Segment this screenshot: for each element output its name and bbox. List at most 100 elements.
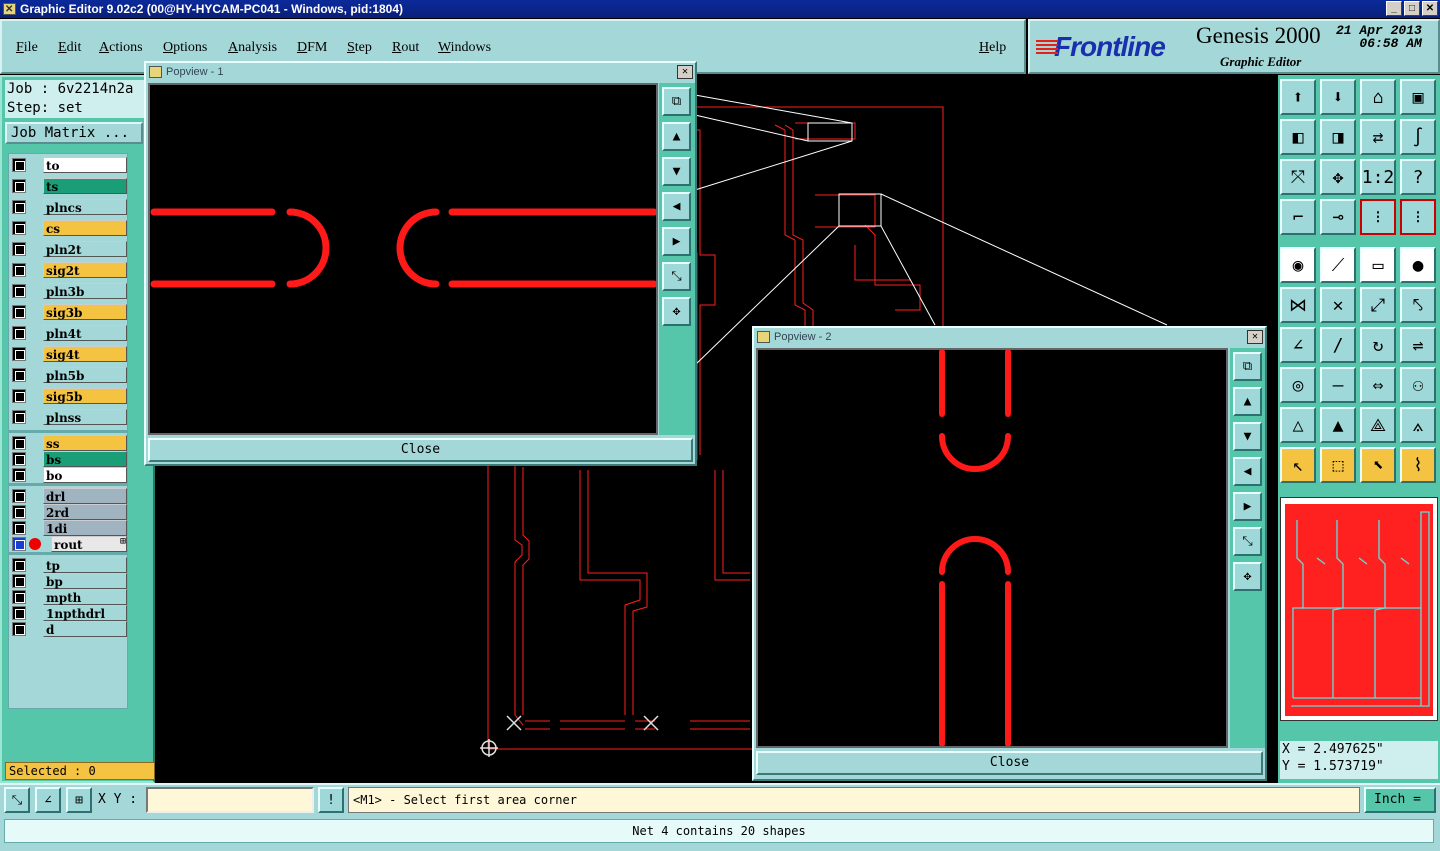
zoom-in-button[interactable]: ⤡: [1233, 527, 1262, 556]
layer-checkbox[interactable]: [12, 284, 26, 298]
layer-checkbox[interactable]: [12, 158, 26, 172]
layer-row-rout[interactable]: rout ⊞: [10, 536, 128, 552]
pan-right-button[interactable]: ▶: [662, 227, 691, 256]
select-net-icon[interactable]: ⬉: [1360, 447, 1396, 483]
layer-row-d[interactable]: d: [10, 621, 128, 637]
layer-name[interactable]: pln4t: [43, 325, 127, 341]
pan-left-button[interactable]: ◀: [1233, 457, 1262, 486]
layer-checkbox[interactable]: [12, 574, 26, 588]
add-surface-icon[interactable]: ●: [1400, 247, 1436, 283]
layer-name[interactable]: sig2t: [43, 262, 127, 278]
layer-name[interactable]: bp: [43, 573, 127, 589]
home-icon[interactable]: ⌂: [1360, 79, 1396, 115]
layer-checkbox[interactable]: [12, 489, 26, 503]
arc-icon[interactable]: ↻: [1360, 327, 1396, 363]
layer-row-ts[interactable]: ts: [10, 178, 128, 194]
popview-2-close-icon[interactable]: ✕: [1247, 330, 1263, 344]
units-dropdown[interactable]: Inch =: [1364, 787, 1436, 813]
connect-icon[interactable]: ⋈: [1280, 287, 1316, 323]
menu-step[interactable]: Step: [347, 40, 372, 56]
scale-icon[interactable]: 1:2: [1360, 159, 1396, 195]
layer-checkbox[interactable]: [12, 505, 26, 519]
layer-row-bp[interactable]: bp: [10, 573, 128, 589]
layer-name[interactable]: plncs: [43, 199, 127, 215]
layer-row-sig2t[interactable]: sig2t: [10, 262, 128, 278]
layer-row-to[interactable]: to: [10, 157, 128, 173]
menu-analysis[interactable]: Analysis: [228, 40, 277, 56]
layer-row-sig4t[interactable]: sig4t: [10, 346, 128, 362]
zoom-window-button[interactable]: ⧉: [662, 87, 691, 116]
layer-checkbox[interactable]: [12, 436, 26, 450]
layer-name[interactable]: tp: [43, 557, 127, 573]
angle-icon[interactable]: ∠: [1280, 327, 1316, 363]
left-icon[interactable]: ◧: [1280, 119, 1316, 155]
select-box-icon[interactable]: ⬚: [1320, 447, 1356, 483]
right-icon[interactable]: ◨: [1320, 119, 1356, 155]
layers-active-icon[interactable]: ⁝: [1400, 199, 1436, 235]
layer-name[interactable]: cs: [43, 220, 127, 236]
menu-windows[interactable]: Windows: [438, 40, 491, 56]
layer-name[interactable]: mpth: [43, 589, 127, 605]
layer-checkbox[interactable]: [12, 468, 26, 482]
split-icon[interactable]: —: [1320, 367, 1356, 403]
layer-checkbox[interactable]: [12, 410, 26, 424]
layer-name[interactable]: pln5b: [43, 367, 127, 383]
layer-row-pln4t[interactable]: pln4t: [10, 325, 128, 341]
zoom-window-button[interactable]: ⧉: [1233, 352, 1262, 381]
layer-name[interactable]: to: [43, 157, 127, 173]
layer-checkbox[interactable]: [12, 452, 26, 466]
layer-checkbox[interactable]: [12, 590, 26, 604]
flip-icon[interactable]: ⇌: [1400, 327, 1436, 363]
snap-icon[interactable]: ⤡: [4, 787, 30, 813]
layer-name[interactable]: ss: [43, 435, 127, 451]
layer-checkbox[interactable]: [12, 606, 26, 620]
select-icon[interactable]: ↖: [1280, 447, 1316, 483]
layer-checkbox[interactable]: [12, 179, 26, 193]
layer-checkbox[interactable]: [12, 558, 26, 572]
layer-row-plncs[interactable]: plncs: [10, 199, 128, 215]
layer-name[interactable]: d: [43, 621, 127, 637]
layer-row-bo[interactable]: bo: [10, 467, 128, 483]
layer-name[interactable]: pln3b: [43, 283, 127, 299]
layer-checkbox[interactable]: [12, 263, 26, 277]
popview-1-close-button[interactable]: Close: [148, 438, 693, 462]
view-icon[interactable]: ▣: [1400, 79, 1436, 115]
layer-name[interactable]: sig3b: [43, 304, 127, 320]
mirror-icon[interactable]: ⇄: [1360, 119, 1396, 155]
layer-checkbox[interactable]: [12, 200, 26, 214]
menu-rout[interactable]: Rout: [392, 40, 419, 56]
layer-name[interactable]: 1di: [43, 520, 127, 536]
layer-row-2rd[interactable]: 2rd: [10, 504, 128, 520]
cross-icon[interactable]: ✕: [1320, 287, 1356, 323]
layer-name[interactable]: drl: [43, 488, 127, 504]
move-icon[interactable]: ⤢: [1360, 287, 1396, 323]
maximize-button[interactable]: □: [1404, 1, 1420, 16]
menu-dfm[interactable]: DFM: [297, 40, 327, 56]
menu-file[interactable]: File: [16, 40, 38, 56]
layers-icon[interactable]: ⁝: [1360, 199, 1396, 235]
resize-icon[interactable]: ⇔: [1360, 367, 1396, 403]
group-icon[interactable]: ⚇: [1400, 367, 1436, 403]
overview-map[interactable]: [1280, 497, 1438, 721]
pan-up-button[interactable]: ▲: [1233, 387, 1262, 416]
ruler-icon[interactable]: ⌐: [1280, 199, 1316, 235]
close-button[interactable]: ✕: [1422, 1, 1438, 16]
route-icon[interactable]: ⌇: [1400, 447, 1436, 483]
layer-name[interactable]: 2rd: [43, 504, 127, 520]
layer-name[interactable]: sig5b: [43, 388, 127, 404]
pad-icon[interactable]: ◎: [1280, 367, 1316, 403]
layer-checkbox[interactable]: [12, 622, 26, 636]
layer-row-drl[interactable]: drl: [10, 488, 128, 504]
layer-name[interactable]: bo: [43, 467, 127, 483]
measure-icon[interactable]: ∠: [35, 787, 61, 813]
layer-checkbox[interactable]: [12, 305, 26, 319]
layer-row-plnss[interactable]: plnss: [10, 409, 128, 425]
layer-checkbox[interactable]: [12, 242, 26, 256]
layer-name[interactable]: bs: [43, 451, 127, 467]
pan-left-button[interactable]: ◀: [662, 192, 691, 221]
layer-name[interactable]: 1npthdrl: [43, 605, 127, 621]
pan-right-button[interactable]: ▶: [1233, 492, 1262, 521]
open-icon[interactable]: ⬆: [1280, 79, 1316, 115]
minimize-button[interactable]: _: [1386, 1, 1402, 16]
line-icon[interactable]: /: [1320, 327, 1356, 363]
